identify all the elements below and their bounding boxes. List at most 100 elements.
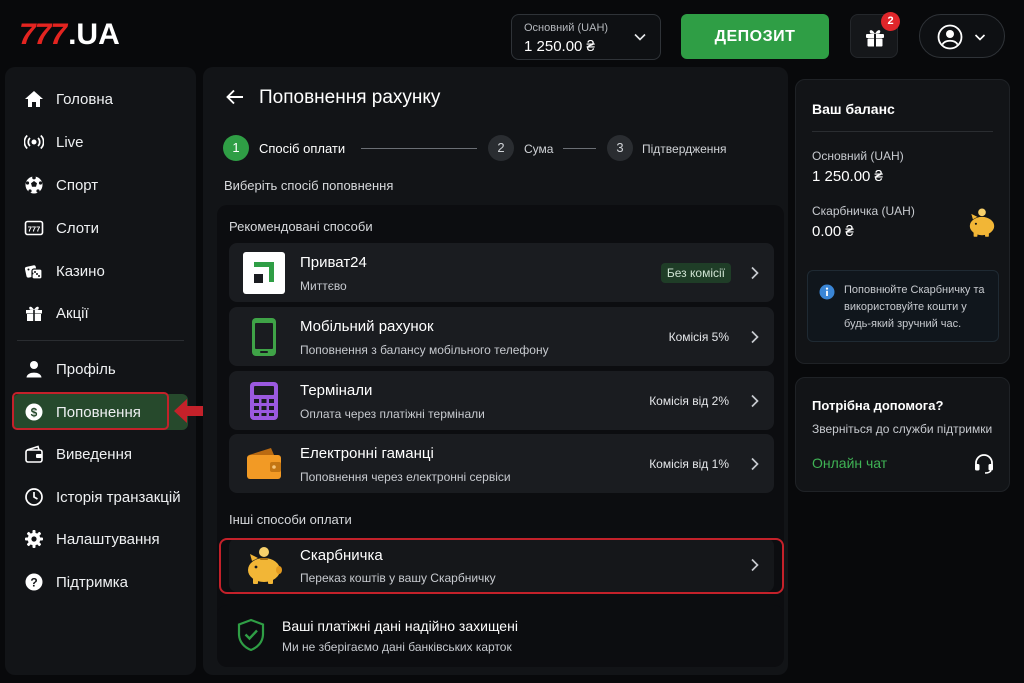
method-subtitle: Миттєво [300, 279, 347, 293]
chevron-right-icon [751, 457, 759, 471]
sidebar-item-label: Головна [56, 91, 113, 108]
slot-machine-icon: 777 [24, 220, 44, 236]
security-subtitle: Ми не зберігаємо дані банківських карток [282, 640, 512, 654]
chevron-right-icon [751, 266, 759, 280]
method-title: Електронні гаманці [300, 445, 434, 462]
sidebar-item-support[interactable]: ? Підтримка [13, 564, 188, 600]
method-title: Термінали [300, 382, 373, 399]
info-icon [819, 284, 835, 300]
sidebar-item-sport[interactable]: Спорт [13, 167, 188, 203]
other-methods-label: Інші способи оплати [229, 512, 352, 527]
step-2-label: Сума [524, 142, 554, 156]
sidebar-divider [17, 340, 184, 341]
piggy-bank-highlight-frame [219, 538, 784, 594]
back-arrow-icon[interactable] [225, 87, 245, 107]
soccer-ball-icon [25, 175, 43, 194]
step-connector [361, 148, 477, 149]
deposit-button[interactable]: ДЕПОЗИТ [681, 14, 829, 59]
main-balance-value: 1 250.00 ₴ [812, 168, 883, 185]
security-title: Ваші платіжні дані надійно захищені [282, 618, 518, 634]
method-e-wallets[interactable]: Електронні гаманці Поповнення через елек… [229, 434, 774, 493]
sidebar: Головна Live Спорт 777 Слоти Казино Акці… [5, 67, 196, 675]
piggy-bank-icon [969, 208, 995, 237]
dice-icon [24, 265, 43, 280]
step-3-number: 3 [607, 135, 633, 161]
method-fee: Комісія від 2% [649, 394, 729, 408]
sidebar-item-label: Історія транзакцій [56, 489, 181, 506]
stepper: 1 Спосіб оплати 2 Сума 3 Підтвердження [223, 135, 783, 161]
sidebar-item-label: Спорт [56, 177, 99, 194]
balance-card-title: Ваш баланс [812, 101, 895, 117]
method-title: Мобільний рахунок [300, 318, 434, 335]
sidebar-item-label: Слоти [56, 220, 100, 237]
recommended-label: Рекомендовані способи [229, 219, 373, 234]
gift-count-badge: 2 [881, 12, 900, 31]
sidebar-item-slots[interactable]: 777 Слоти [13, 210, 188, 246]
help-icon: ? [25, 573, 43, 591]
help-card: Потрібна допомога? Зверніться до служби … [795, 377, 1010, 492]
step-1-label: Спосіб оплати [259, 141, 346, 156]
method-subtitle: Поповнення через електронні сервіси [300, 470, 511, 484]
headset-icon[interactable] [973, 452, 995, 474]
sidebar-item-live[interactable]: Live [13, 124, 188, 160]
choose-method-text: Виберіть спосіб поповнення [224, 178, 394, 193]
user-menu-button[interactable] [919, 14, 1005, 58]
piggy-balance-value: 0.00 ₴ [812, 223, 854, 240]
security-notice: Ваші платіжні дані надійно захищені Ми н… [217, 605, 784, 667]
sidebar-item-history[interactable]: Історія транзакцій [13, 479, 188, 515]
method-title: Приват24 [300, 254, 367, 271]
piggy-balance-label: Скарбничка (UAH) [812, 204, 915, 218]
live-chat-link[interactable]: Онлайн чат [812, 455, 887, 471]
sidebar-item-label: Казино [56, 263, 105, 280]
balance-selector-label: Основний (UAH) [524, 22, 609, 34]
site-logo[interactable]: 777.UA [19, 18, 120, 52]
terminal-icon [250, 382, 278, 420]
method-mobile[interactable]: Мобільний рахунок Поповнення з балансу м… [229, 307, 774, 366]
step-2-number: 2 [488, 135, 514, 161]
svg-text:?: ? [30, 576, 37, 590]
chevron-down-icon [974, 34, 986, 41]
help-subtitle: Зверніться до служби підтримки [812, 422, 993, 436]
divider [812, 131, 993, 132]
step-3-label: Підтвердження [642, 142, 727, 156]
user-icon [26, 361, 42, 378]
user-avatar-icon [937, 24, 963, 50]
live-icon [24, 134, 44, 150]
sidebar-item-withdraw[interactable]: Виведення [13, 436, 188, 472]
wallet-icon [25, 445, 43, 463]
header: 777.UA Основний (UAH) 1 250.00 ₴ ДЕПОЗИТ… [0, 0, 1024, 72]
chevron-down-icon [634, 33, 646, 41]
main-balance-label: Основний (UAH) [812, 149, 904, 163]
sidebar-item-label: Профіль [56, 361, 116, 378]
sidebar-item-home[interactable]: Головна [13, 81, 188, 117]
sidebar-item-settings[interactable]: Налаштування [13, 521, 188, 557]
sidebar-item-label: Акції [56, 305, 89, 322]
payment-methods-panel: Рекомендовані способи Приват24 Миттєво Б… [217, 205, 784, 663]
step-1-number: 1 [223, 135, 249, 161]
step-connector [563, 148, 596, 149]
history-icon [25, 488, 43, 506]
page-title: Поповнення рахунку [259, 87, 441, 108]
balance-card: Ваш баланс Основний (UAH) 1 250.00 ₴ Ска… [795, 79, 1010, 364]
sidebar-item-casino[interactable]: Казино [13, 253, 188, 289]
chevron-right-icon [751, 394, 759, 408]
method-privat24[interactable]: Приват24 Миттєво Без комісії [229, 243, 774, 302]
svg-text:777: 777 [28, 225, 41, 234]
home-icon [25, 91, 43, 107]
sidebar-item-profile[interactable]: Профіль [13, 351, 188, 387]
shield-check-icon [237, 618, 265, 652]
method-subtitle: Поповнення з балансу мобільного телефону [300, 343, 549, 357]
privat24-icon [243, 252, 285, 294]
sidebar-item-label: Live [56, 134, 84, 151]
deposit-highlight-frame [12, 392, 169, 430]
sidebar-item-promotions[interactable]: Акції [13, 295, 188, 331]
e-wallet-icon [247, 448, 281, 479]
sidebar-item-label: Виведення [56, 446, 132, 463]
chevron-right-icon [751, 330, 759, 344]
method-terminals[interactable]: Термінали Оплата через платіжні термінал… [229, 371, 774, 430]
balance-selector[interactable]: Основний (UAH) 1 250.00 ₴ [511, 14, 661, 60]
piggy-info-text: Поповнюйте Скарбничку та використовуйте … [844, 284, 985, 330]
balance-selector-value: 1 250.00 ₴ [524, 38, 595, 55]
method-fee: Комісія 5% [668, 330, 729, 344]
sidebar-item-label: Налаштування [56, 531, 160, 548]
